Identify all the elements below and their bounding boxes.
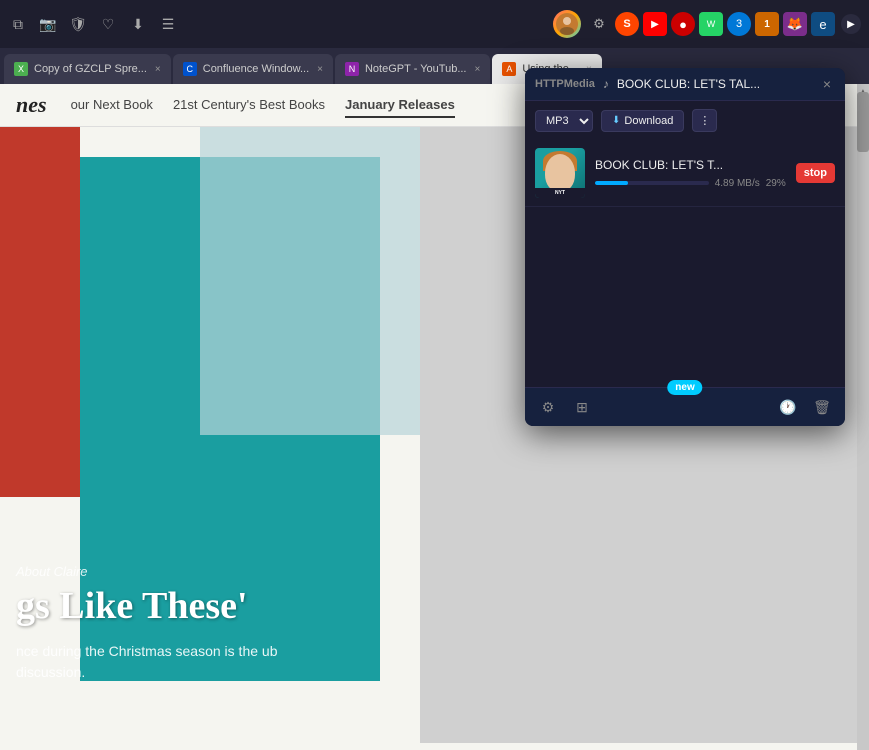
item-speed: 4.89 MB/s <box>715 178 760 189</box>
format-select[interactable]: MP3 MP4 WAV <box>535 110 593 132</box>
tab-label-notegpt: NoteGPT - YouTub... <box>365 63 467 75</box>
download-item: NYT BOOK CLUB: LET'S T... 4.89 MB/s 29% … <box>525 140 845 207</box>
footer-icons-right: 🕐 🗑 <box>777 396 833 418</box>
download-btn-icon: ⬇ <box>612 115 620 126</box>
item-thumbnail: NYT <box>535 148 585 198</box>
popup-source: HTTPMedia <box>535 78 595 90</box>
popup-footer: ⚙ ⊞ new 🕐 🗑 <box>525 387 845 426</box>
extension-icons: ⚙ S ▶ ● W 3 1 🦊 e <box>587 12 835 36</box>
settings-ext-icon[interactable]: ⚙ <box>587 12 611 36</box>
popup-title: BOOK CLUB: LET'S TAL... <box>617 77 811 91</box>
onepassword-ext-icon[interactable]: 1 <box>755 12 779 36</box>
tab-favicon-spreadsheet: X <box>14 62 28 76</box>
browser-toolbar-left: ⧉ 📷 🛡 ♡ ⬇ ☰ <box>8 14 547 34</box>
tab-notegpt[interactable]: N NoteGPT - YouTub... × <box>335 54 490 84</box>
heart-icon[interactable]: ♡ <box>98 14 118 34</box>
camera-icon[interactable]: 📷 <box>38 14 58 34</box>
new-badge: new <box>667 380 702 395</box>
edge-ext-icon[interactable]: e <box>811 12 835 36</box>
shield-icon[interactable]: 🛡 <box>68 14 88 34</box>
menu-icon[interactable]: ☰ <box>158 14 178 34</box>
download-popup: HTTPMedia ♪ BOOK CLUB: LET'S TAL... × MP… <box>525 68 845 426</box>
tab-confluence[interactable]: C Confluence Window... × <box>173 54 333 84</box>
thumb-nyt-strip: NYT <box>535 188 585 198</box>
thumb-nyt-text: NYT <box>555 190 565 196</box>
item-info: BOOK CLUB: LET'S T... 4.89 MB/s 29% <box>595 158 786 189</box>
scrollbar-track[interactable]: ▲ <box>857 84 869 750</box>
footer-icons-left: ⚙ ⊞ <box>537 396 593 418</box>
popup-controls: MP3 MP4 WAV ⬇ Download ⋮ <box>525 101 845 140</box>
download-button[interactable]: ⬇ Download <box>601 110 684 132</box>
nav-link-next-book[interactable]: our Next Book <box>71 93 153 118</box>
scribd-ext-icon[interactable]: S <box>615 12 639 36</box>
popup-empty-area <box>525 207 845 387</box>
browser-toolbar: ⧉ 📷 🛡 ♡ ⬇ ☰ ⚙ S ▶ ● W 3 1 🦊 e ▶ <box>0 0 869 48</box>
more-options-button[interactable]: ⋮ <box>692 109 717 132</box>
book-red <box>0 127 80 497</box>
reddit-ext-icon[interactable]: ● <box>671 12 695 36</box>
hero-text: About Claire gs Like These' nce during t… <box>16 564 336 683</box>
num-ext-icon[interactable]: 3 <box>727 12 751 36</box>
tab-groups-icon[interactable]: ⧉ <box>8 14 28 34</box>
tab-label-confluence: Confluence Window... <box>203 63 309 75</box>
tab-spreadsheet[interactable]: X Copy of GZCLP Spre... × <box>4 54 171 84</box>
tab-favicon-confluence: C <box>183 62 197 76</box>
download-btn-label: Download <box>624 115 673 127</box>
user-avatar[interactable] <box>553 10 581 38</box>
whatsapp-ext-icon[interactable]: W <box>699 12 723 36</box>
thumb-face <box>545 154 575 192</box>
scrollbar-thumb[interactable] <box>857 92 869 152</box>
progress-bar-bg <box>595 181 709 185</box>
tab-close-spreadsheet[interactable]: × <box>155 64 161 75</box>
download-icon[interactable]: ⬇ <box>128 14 148 34</box>
item-percent: 29% <box>766 178 786 189</box>
stop-button[interactable]: stop <box>796 163 835 183</box>
nav-link-january[interactable]: January Releases <box>345 93 455 118</box>
hero-subtitle: About Claire <box>16 564 336 579</box>
progress-bar-fill <box>595 181 628 185</box>
nav-link-best-books[interactable]: 21st Century's Best Books <box>173 93 325 118</box>
popup-header: HTTPMedia ♪ BOOK CLUB: LET'S TAL... × <box>525 68 845 101</box>
foxclocks-ext-icon[interactable]: 🦊 <box>783 12 807 36</box>
hero-title: gs Like These' <box>16 585 336 629</box>
thumb-bg: NYT <box>535 148 585 198</box>
music-icon: ♪ <box>603 77 609 91</box>
tab-close-confluence[interactable]: × <box>317 64 323 75</box>
trash-footer-icon[interactable]: 🗑 <box>811 396 833 418</box>
tab-close-notegpt[interactable]: × <box>475 64 481 75</box>
panel-footer-icon[interactable]: ⊞ <box>571 396 593 418</box>
settings-footer-icon[interactable]: ⚙ <box>537 396 559 418</box>
youtube-ext-icon[interactable]: ▶ <box>643 12 667 36</box>
scroll-right-btn[interactable]: ▶ <box>841 14 861 34</box>
history-footer-icon[interactable]: 🕐 <box>777 396 799 418</box>
tab-favicon-active: A <box>502 62 516 76</box>
site-title: nes <box>16 92 47 118</box>
popup-close-button[interactable]: × <box>819 76 835 92</box>
book-light <box>200 127 420 435</box>
hero-description: nce during the Christmas season is the u… <box>16 641 336 683</box>
item-title: BOOK CLUB: LET'S T... <box>595 158 786 172</box>
tab-label-spreadsheet: Copy of GZCLP Spre... <box>34 63 147 75</box>
nav-links: our Next Book 21st Century's Best Books … <box>71 93 455 118</box>
tab-favicon-notegpt: N <box>345 62 359 76</box>
item-progress-row: 4.89 MB/s 29% <box>595 178 786 189</box>
